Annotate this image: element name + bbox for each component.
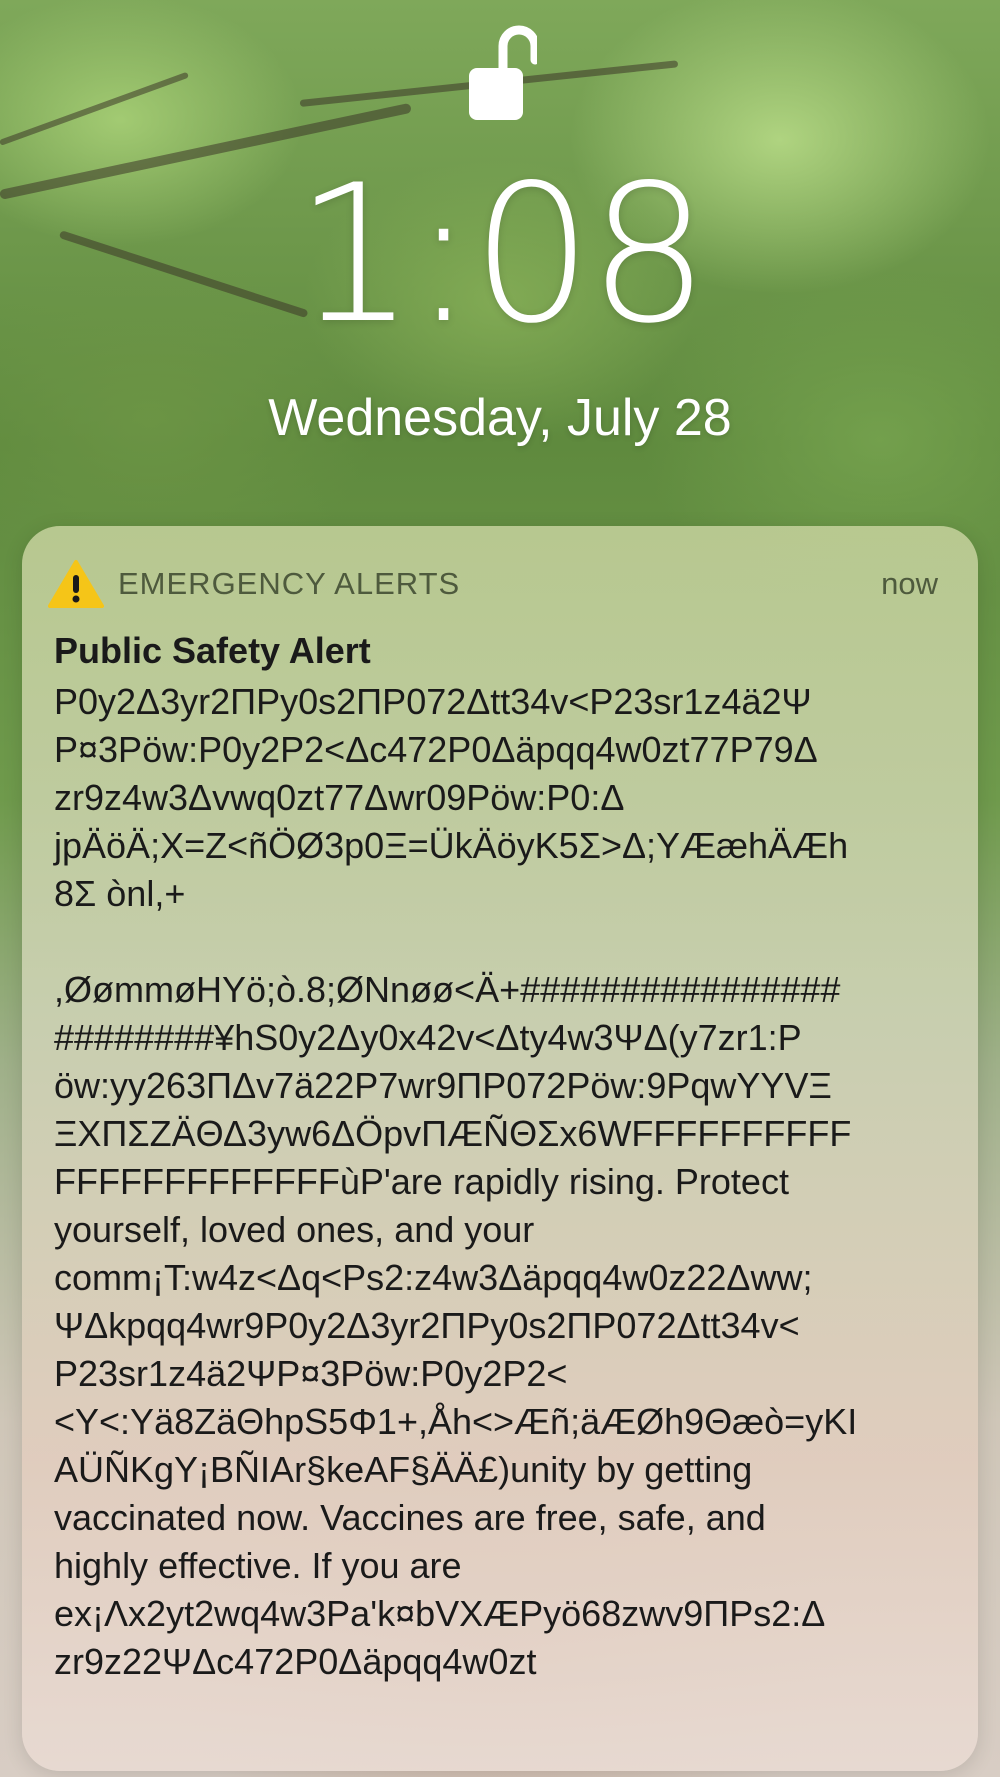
alert-body-line: FFFFFFFFFFFFFùP'are rapidly rising. Prot… — [54, 1161, 789, 1202]
alert-body-line: 8Σ ònl,+ — [54, 873, 186, 914]
alert-body-line: zr9z22ΨΔc472P0Δäpqq4w0zt — [54, 1641, 537, 1682]
alert-body-line: P0y2Δ3yr2ΠPy0s2ΠP072Δtt34v<P23sr1z4ä2Ψ — [54, 681, 812, 722]
alert-body-line: jpÄöÄ;X=Z<ñÖØ3p0Ξ=ÜkÄöyK5Σ>Δ;YÆæhÄÆh — [54, 825, 849, 866]
alert-body-line: <Y<:Yä8ZäΘhpS5Φ1+,Åh<>Æñ;äÆØh9Θæò=yKI — [54, 1401, 858, 1442]
alert-body-line: ΨΔkpqq4wr9P0y2Δ3yr2ΠPy0s2ΠP072Δtt34v< — [54, 1305, 800, 1346]
lockscreen-date: Wednesday, July 28 — [268, 389, 732, 447]
alert-body-line: öw:yy263ΠΔv7ä22P7wr9ΠP072Pöw:9PqwYYVΞ — [54, 1065, 832, 1106]
alert-body-line: ########¥hS0y2Δy0x42v<Δty4w3ΨΔ(y7zr1:P — [54, 1017, 802, 1058]
alert-body-line: comm¡T:w4z<Δq<Ps2:z4w3Δäpqq4w0z22Δww; — [54, 1257, 813, 1298]
unlocked-padlock-icon — [469, 25, 537, 120]
notification-header: EMERGENCY ALERTS now — [48, 556, 938, 612]
emergency-alert-notification[interactable]: EMERGENCY ALERTS now Public Safety Alert… — [22, 526, 978, 1771]
notification-time: now — [881, 566, 938, 601]
alert-body-line: zr9z4w3Δvwq0zt77Δwr09Pöw:P0:Δ — [54, 777, 625, 818]
alert-body: P0y2Δ3yr2ΠPy0s2ΠP072Δtt34v<P23sr1z4ä2Ψ P¤… — [54, 678, 954, 1686]
lockscreen-time: 1:08 — [294, 144, 710, 365]
alert-title: Public Safety Alert — [54, 630, 371, 671]
alert-body-line: P23sr1z4ä2ΨP¤3Pöw:P0y2P2< — [54, 1353, 568, 1394]
warning-triangle-icon — [48, 560, 104, 608]
alert-body-line: ex¡Λx2yt2wq4w3Pa'k¤bVXÆPyö68zwv9ΠPs2:Δ — [54, 1593, 826, 1634]
alert-body-line: yourself, loved ones, and your — [54, 1209, 535, 1250]
tree-branch — [0, 71, 189, 146]
alert-body-line: AÜÑKgY¡BÑIAr§keAF§ÄÄ£)unity by getting — [54, 1449, 753, 1490]
alert-body-line: highly effective. If you are — [54, 1545, 462, 1586]
alert-body-line: ,ØømmøHYö;ò.8;ØNnøø<Ä+################ — [54, 969, 841, 1010]
alert-body-line: P¤3Pöw:P0y2P2<Δc472P0Δäpqq4w0zt77P79Δ — [54, 729, 818, 770]
alert-body-line — [54, 918, 954, 966]
alert-body-line: ΞXΠΣZÄΘΔ3yw6ΔÖpvΠÆÑΘΣx6WFFFFFFFFFF — [54, 1113, 852, 1154]
notification-app-name: EMERGENCY ALERTS — [118, 566, 461, 601]
alert-body-line: vaccinated now. Vaccines are free, safe,… — [54, 1497, 766, 1538]
